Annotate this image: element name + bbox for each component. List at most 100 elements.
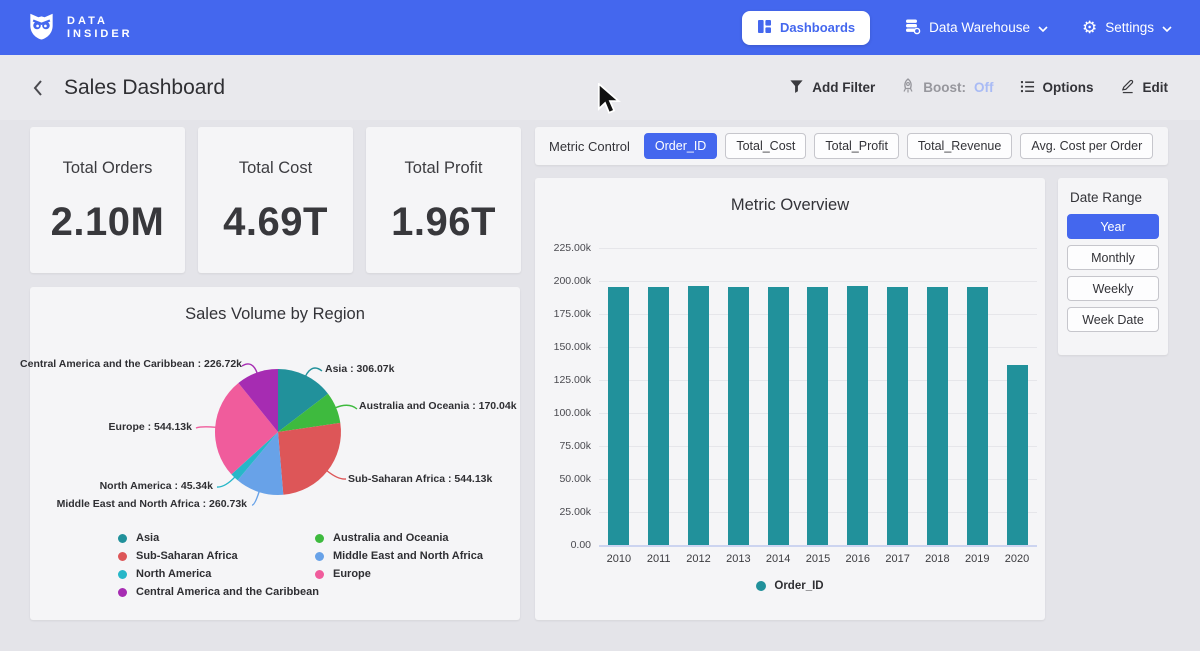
bar[interactable] <box>927 287 948 545</box>
edit-button[interactable]: Edit <box>1120 78 1169 97</box>
boost-toggle[interactable]: Boost: Off <box>901 78 993 97</box>
bar[interactable] <box>967 287 988 545</box>
brand-name: DATA INSIDER <box>67 15 133 41</box>
brand-line-1: DATA <box>67 15 133 28</box>
database-icon <box>904 18 921 38</box>
metric-chip-total-revenue[interactable]: Total_Revenue <box>907 133 1012 159</box>
legend-dot <box>118 570 127 579</box>
kpi-card-total-profit: Total Profit 1.96T <box>366 127 521 273</box>
dashboards-label: Dashboards <box>780 20 855 35</box>
date-range-week-date-button[interactable]: Week Date <box>1067 307 1159 332</box>
bar[interactable] <box>768 287 789 545</box>
y-tick-label: 125.00k <box>554 374 591 386</box>
bar[interactable] <box>887 287 908 545</box>
bar-x-axis: 2010201120122013201420152016201720182019… <box>599 553 1037 565</box>
legend-item-sub-saharan: Sub-Saharan Africa <box>118 550 319 562</box>
page-title: Sales Dashboard <box>64 76 225 100</box>
kpi-value: 1.96T <box>391 200 496 245</box>
bar[interactable] <box>688 286 709 545</box>
legend-item-europe: Europe <box>315 568 483 580</box>
chevron-down-icon <box>1162 20 1172 35</box>
settings-label: Settings <box>1105 20 1154 35</box>
filter-funnel-icon <box>789 79 804 97</box>
gear-icon: ⚙ <box>1082 19 1097 36</box>
legend-dot <box>315 552 324 561</box>
x-tick-label: 2010 <box>599 553 639 565</box>
legend-item-middle-east: Middle East and North Africa <box>315 550 483 562</box>
kpi-card-total-orders: Total Orders 2.10M <box>30 127 185 273</box>
date-range-card: Date Range Year Monthly Weekly Week Date <box>1058 178 1168 355</box>
metric-chip-total-cost[interactable]: Total_Cost <box>725 133 806 159</box>
pie-leader-line <box>252 491 259 505</box>
settings-menu[interactable]: ⚙ Settings <box>1082 19 1172 36</box>
app-screen: DATA INSIDER Dashboards <box>0 0 1200 651</box>
bar-chart-title: Metric Overview <box>535 178 1045 215</box>
metric-chip-avg-cost[interactable]: Avg. Cost per Order <box>1020 133 1153 159</box>
y-tick-label: 0.00 <box>571 539 591 551</box>
x-tick-label: 2019 <box>957 553 997 565</box>
kpi-card-total-cost: Total Cost 4.69T <box>198 127 353 273</box>
rocket-icon <box>901 78 915 97</box>
kpi-label: Total Profit <box>405 159 483 178</box>
legend-dot <box>315 570 324 579</box>
y-tick-label: 100.00k <box>554 407 591 419</box>
metric-control-label: Metric Control <box>549 139 630 154</box>
x-tick-label: 2020 <box>997 553 1037 565</box>
date-range-year-button[interactable]: Year <box>1067 214 1159 239</box>
bar-chart-card: Metric Overview 225.00k200.00k175.00k150… <box>535 178 1045 620</box>
date-range-label: Date Range <box>1070 190 1159 205</box>
bar[interactable] <box>608 287 629 545</box>
pie-label-middle-east: Middle East and North Africa : 260.73k <box>57 498 247 510</box>
legend-dot <box>118 552 127 561</box>
bar[interactable] <box>648 287 669 545</box>
pie-legend-column-1: Asia Sub-Saharan Africa North America Ce… <box>118 532 319 598</box>
legend-dot <box>756 581 766 591</box>
metric-control-bar: Metric Control Order_ID Total_Cost Total… <box>535 127 1168 165</box>
pie-label-australia: Australia and Oceania : 170.04k <box>359 400 517 412</box>
bar[interactable] <box>807 287 828 545</box>
legend-dot <box>118 588 127 597</box>
y-tick-label: 150.00k <box>554 341 591 353</box>
pie-chart-area: Sales Volume by Region Central America a… <box>30 287 520 620</box>
dashboard-grid-icon <box>757 19 772 37</box>
bar[interactable] <box>847 286 868 545</box>
pie-leader-line <box>217 477 235 487</box>
pie-chart-title: Sales Volume by Region <box>30 287 520 324</box>
legend-item-central-america: Central America and the Caribbean <box>118 586 319 598</box>
x-tick-label: 2014 <box>758 553 798 565</box>
pie-leader-line <box>327 471 346 480</box>
brand-logo[interactable]: DATA INSIDER <box>28 11 133 45</box>
metric-chip-total-profit[interactable]: Total_Profit <box>814 133 899 159</box>
add-filter-button[interactable]: Add Filter <box>789 79 875 97</box>
options-button[interactable]: Options <box>1020 79 1094 97</box>
x-tick-label: 2011 <box>639 553 679 565</box>
bar[interactable] <box>728 287 749 545</box>
metric-chip-order-id[interactable]: Order_ID <box>644 133 717 159</box>
pie-slice[interactable] <box>278 423 341 495</box>
legend-dot <box>118 534 127 543</box>
pie-label-central-america: Central America and the Caribbean : 226.… <box>20 358 242 370</box>
x-tick-label: 2017 <box>878 553 918 565</box>
date-range-weekly-button[interactable]: Weekly <box>1067 276 1159 301</box>
back-button[interactable] <box>32 79 44 97</box>
legend-item-australia: Australia and Oceania <box>315 532 483 544</box>
x-tick-label: 2018 <box>918 553 958 565</box>
dashboards-button[interactable]: Dashboards <box>742 11 870 45</box>
bar-legend: Order_ID <box>535 580 1045 592</box>
x-tick-label: 2012 <box>679 553 719 565</box>
y-tick-label: 25.00k <box>559 506 591 518</box>
kpi-label: Total Cost <box>239 159 312 178</box>
legend-item-asia: Asia <box>118 532 319 544</box>
pie-legend-column-2: Australia and Oceania Middle East and No… <box>315 532 483 580</box>
bar[interactable] <box>1007 365 1028 545</box>
y-tick-label: 75.00k <box>559 440 591 452</box>
brand-line-2: INSIDER <box>67 28 133 41</box>
date-range-monthly-button[interactable]: Monthly <box>1067 245 1159 270</box>
pie-leader-line <box>305 368 322 376</box>
header-actions: Add Filter Boost: Off <box>789 78 1168 97</box>
owl-logo-icon <box>28 11 55 45</box>
data-warehouse-menu[interactable]: Data Warehouse <box>904 18 1048 38</box>
kpi-value: 2.10M <box>51 200 165 245</box>
x-tick-label: 2016 <box>838 553 878 565</box>
y-tick-label: 50.00k <box>559 473 591 485</box>
